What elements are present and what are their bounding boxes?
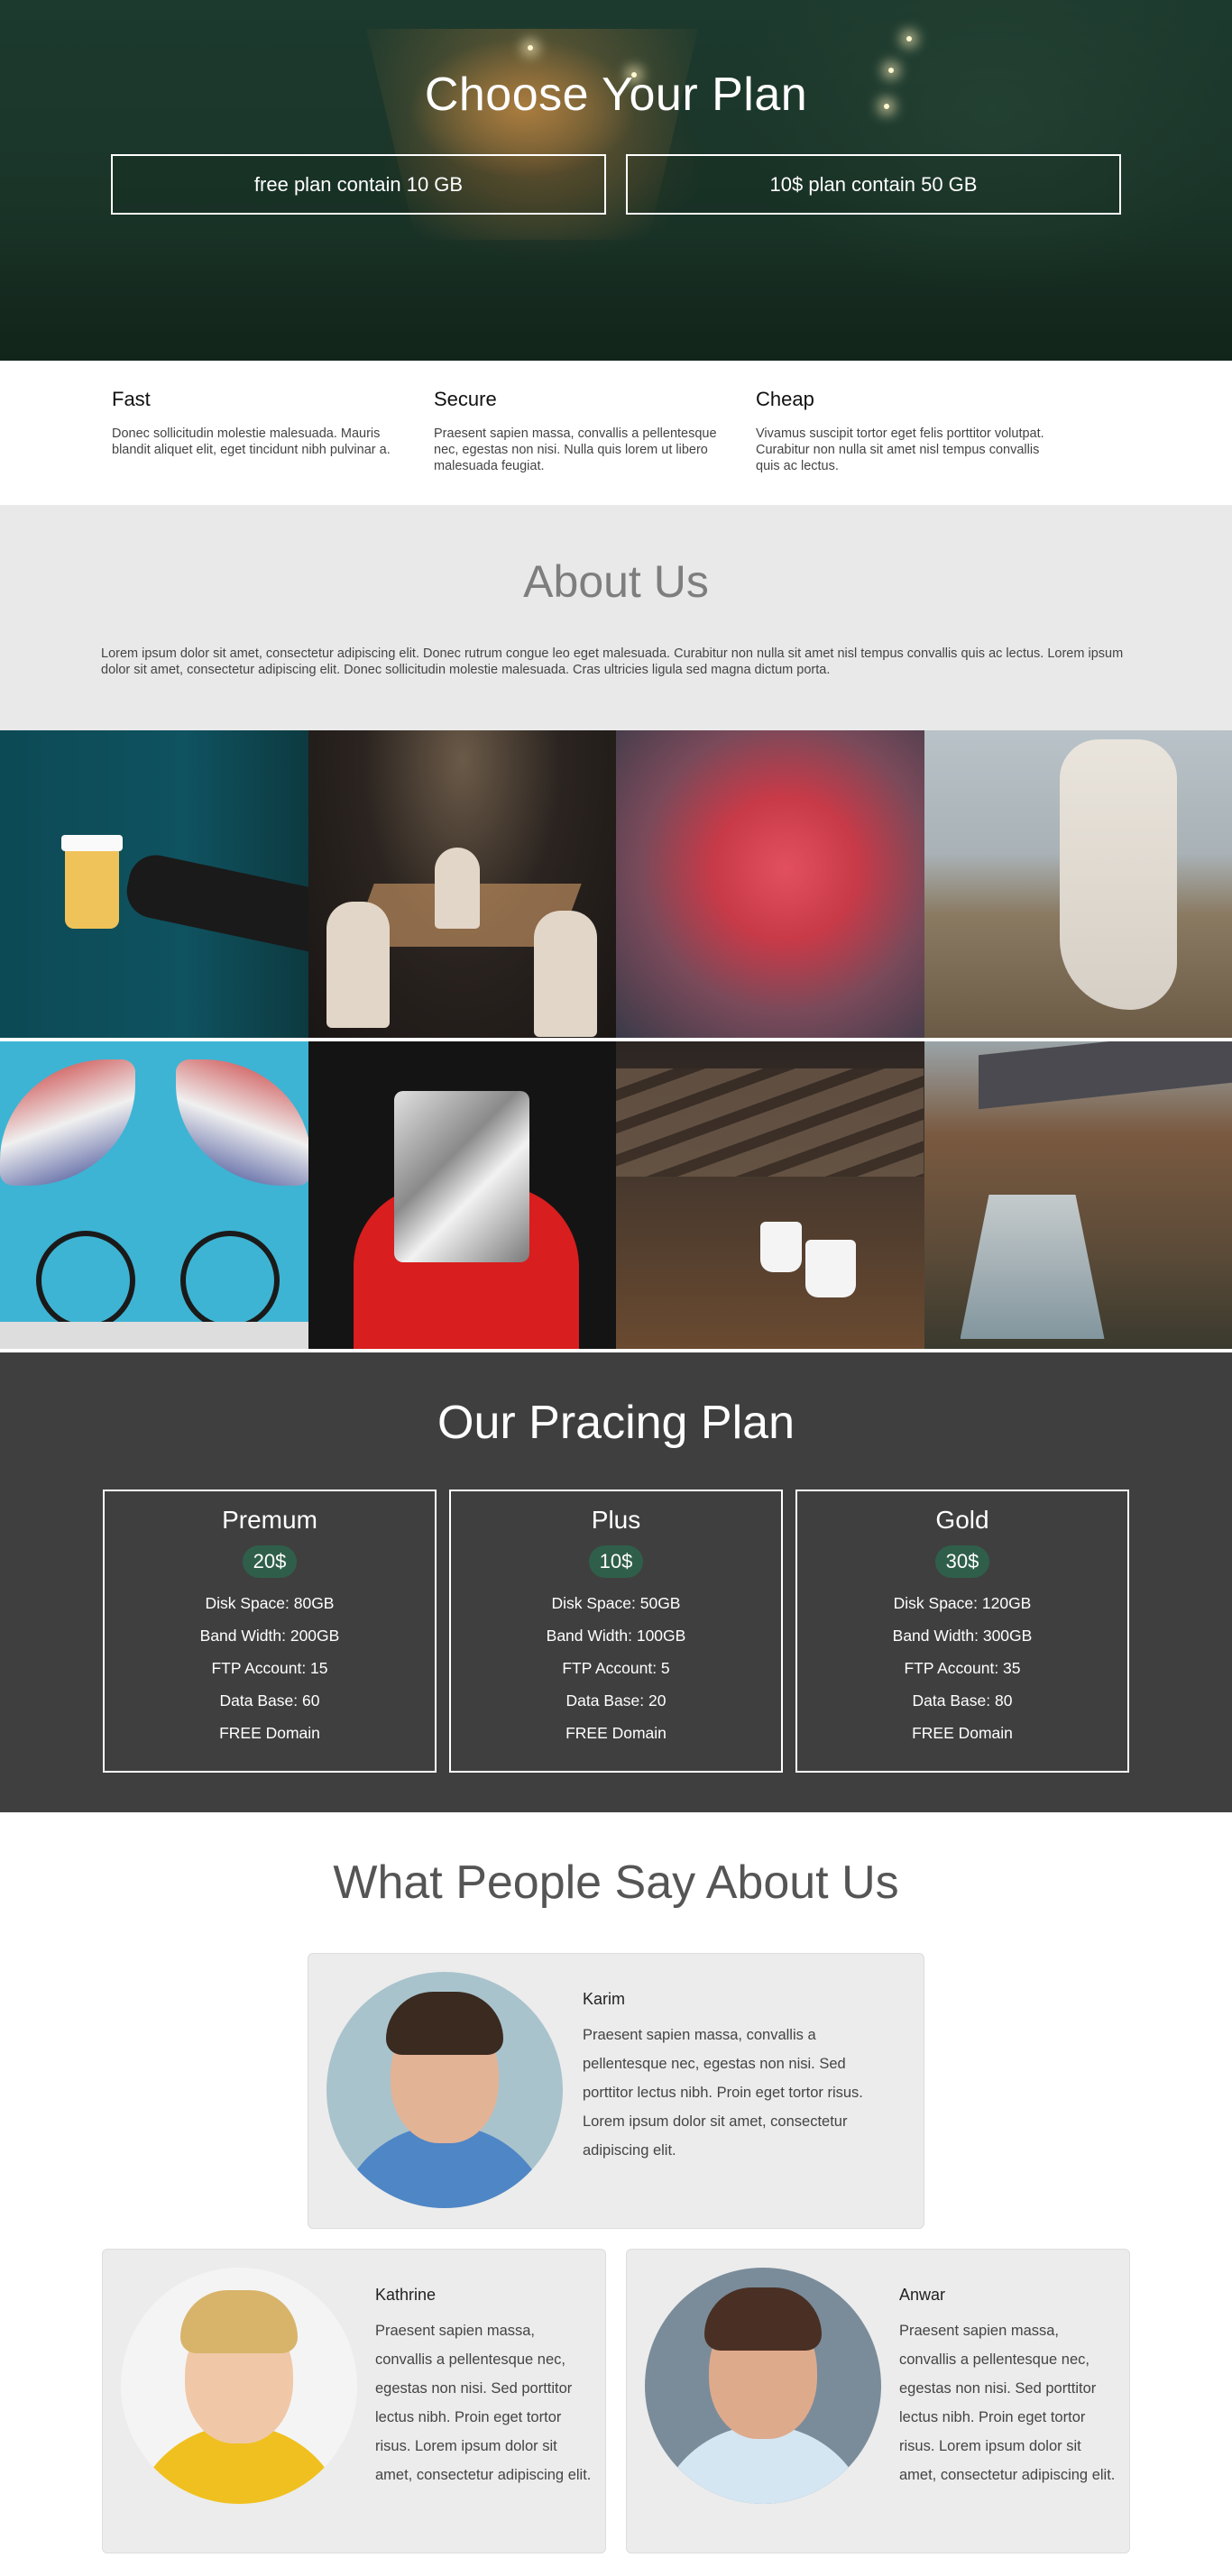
gallery-image-red-smoke	[616, 730, 924, 1038]
plan-feature: FREE Domain	[912, 1724, 1013, 1742]
plan-feature: FTP Account: 35	[904, 1659, 1021, 1677]
feature-text: Donec sollicitudin molestie malesuada. M…	[112, 426, 391, 457]
feature-text: Praesent sapien massa, convallis a pelle…	[434, 426, 717, 473]
feature-title: Cheap	[756, 388, 814, 410]
testimonial-card-karim: Karim Praesent sapien massa, convallis a…	[308, 1953, 924, 2229]
feature-secure: Secure Praesent sapien massa, convallis …	[434, 388, 756, 505]
feature-cheap: Cheap Vivamus suscipit tortor eget felis…	[756, 388, 1078, 505]
light-sparkle	[906, 36, 912, 41]
grass-foreground	[0, 234, 1232, 361]
price-badge: 10$	[588, 1545, 644, 1578]
hero-title: Choose Your Plan	[424, 69, 808, 121]
gallery-image-tea-pour	[616, 1041, 924, 1349]
feature-title: Secure	[434, 388, 497, 410]
price-badge: 20$	[242, 1545, 298, 1578]
testimonial-name: Anwar	[899, 2286, 946, 2304]
gallery-image-waterfall-mill	[924, 1041, 1232, 1349]
plan-feature: Band Width: 100GB	[546, 1627, 686, 1645]
gallery-image-dining-room	[308, 730, 616, 1038]
gallery-image-coffee-cup	[0, 730, 308, 1038]
testimonial-name: Kathrine	[375, 2286, 437, 2304]
plan-feature: FTP Account: 15	[211, 1659, 328, 1677]
plan-feature: FREE Domain	[219, 1724, 320, 1742]
testimonial-text: Praesent sapien massa, convallis a pelle…	[375, 2323, 592, 2483]
feature-title: Fast	[112, 388, 151, 410]
plan-feature: Band Width: 200GB	[199, 1627, 340, 1645]
plan-name: Plus	[591, 1506, 641, 1534]
about-text: Lorem ipsum dolor sit amet, consectetur …	[101, 646, 1124, 677]
features-section: Fast Donec sollicitudin molestie malesua…	[0, 361, 1232, 505]
avatar-karim	[326, 1972, 563, 2208]
paid-plan-button[interactable]: 10$ plan contain 50 GB	[626, 154, 1121, 215]
plan-features: Disk Space: 80GB Band Width: 200GB FTP A…	[105, 1587, 435, 1749]
plan-name: Premum	[222, 1506, 317, 1534]
testimonial-name: Karim	[583, 1990, 626, 2008]
about-section: About Us Lorem ipsum dolor sit amet, con…	[0, 505, 1232, 730]
plan-feature: Disk Space: 50GB	[551, 1594, 681, 1612]
plan-feature: FREE Domain	[565, 1724, 667, 1742]
plan-feature: Disk Space: 80GB	[205, 1594, 335, 1612]
pricing-section: Our Pracing Plan Premum 20$ Disk Space: …	[0, 1352, 1232, 1812]
testimonial-text: Praesent sapien massa, convallis a pelle…	[899, 2323, 1116, 2483]
free-plan-button[interactable]: free plan contain 10 GB	[111, 154, 606, 215]
light-sparkle	[528, 45, 533, 50]
plan-name: Gold	[935, 1506, 989, 1534]
pricing-cards: Premum 20$ Disk Space: 80GB Band Width: …	[0, 1490, 1232, 1773]
plan-feature: FTP Account: 5	[562, 1659, 670, 1677]
plan-feature: Data Base: 60	[219, 1691, 320, 1710]
price-badge: 30$	[934, 1545, 990, 1578]
pricing-card-plus[interactable]: Plus 10$ Disk Space: 50GB Band Width: 10…	[449, 1490, 783, 1773]
plan-features: Disk Space: 120GB Band Width: 300GB FTP …	[797, 1587, 1127, 1749]
hero-section: Choose Your Plan free plan contain 10 GB…	[0, 0, 1232, 361]
about-title: About Us	[523, 556, 709, 607]
photo-gallery	[0, 730, 1232, 1352]
plan-feature: Data Base: 80	[912, 1691, 1013, 1710]
plan-features: Disk Space: 50GB Band Width: 100GB FTP A…	[451, 1587, 781, 1749]
pricing-title: Our Pracing Plan	[437, 1397, 795, 1449]
avatar-kathrine	[121, 2268, 357, 2504]
gallery-image-bike-wings	[0, 1041, 308, 1349]
plan-feature: Disk Space: 120GB	[893, 1594, 1032, 1612]
feature-fast: Fast Donec sollicitudin molestie malesua…	[112, 388, 434, 505]
testimonials-section: What People Say About Us Karim Praesent …	[0, 1812, 1232, 2567]
feature-text: Vivamus suscipit tortor eget felis portt…	[756, 426, 1044, 473]
avatar-anwar	[645, 2268, 881, 2504]
testimonial-card-anwar: Anwar Praesent sapien massa, convallis a…	[626, 2249, 1130, 2553]
pricing-card-premum[interactable]: Premum 20$ Disk Space: 80GB Band Width: …	[103, 1490, 437, 1773]
plan-feature: Data Base: 20	[565, 1691, 667, 1710]
gallery-image-woman-field	[924, 730, 1232, 1038]
testimonials-title: What People Say About Us	[333, 1856, 899, 1909]
gallery-image-foil-bag	[308, 1041, 616, 1349]
testimonial-text: Praesent sapien massa, convallis a pelle…	[583, 2027, 863, 2159]
plan-feature: Band Width: 300GB	[892, 1627, 1033, 1645]
pricing-card-gold[interactable]: Gold 30$ Disk Space: 120GB Band Width: 3…	[795, 1490, 1129, 1773]
testimonial-card-kathrine: Kathrine Praesent sapien massa, convalli…	[102, 2249, 606, 2553]
